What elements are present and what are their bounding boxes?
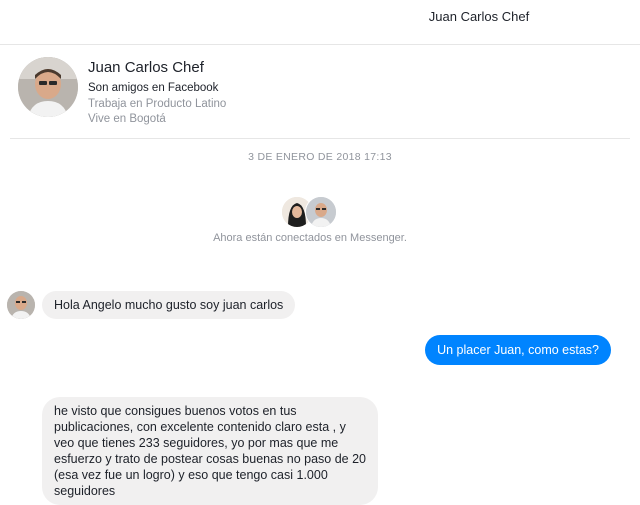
sender-avatar[interactable]: [7, 291, 35, 319]
connection-notice: Ahora están conectados en Messenger.: [213, 232, 407, 244]
conversation-timestamp: 3 DE ENERO DE 2018 17:13: [248, 151, 392, 163]
contact-name[interactable]: Juan Carlos Chef: [88, 59, 204, 76]
conversation-title[interactable]: Juan Carlos Chef: [0, 9, 640, 24]
location-info: Vive en Bogotá: [88, 113, 166, 125]
message-bubble-incoming[interactable]: Hola Angelo mucho gusto soy juan carlos: [42, 291, 296, 319]
message-bubble-outgoing[interactable]: Un placer Juan, como estas?: [425, 335, 611, 365]
person-photo-icon: [306, 197, 336, 227]
person-photo-icon: [7, 291, 35, 319]
work-info: Trabaja en Producto Latino: [88, 98, 227, 110]
conversation-header: Juan Carlos Chef: [0, 0, 640, 45]
message-bubble-incoming[interactable]: he visto que consigues buenos votos en t…: [42, 397, 378, 505]
contact-profile-card: Juan Carlos Chef Son amigos en Facebook …: [10, 44, 630, 139]
friendship-status: Son amigos en Facebook: [88, 82, 219, 94]
connected-avatars: [281, 196, 341, 228]
person-photo-icon: [18, 57, 78, 117]
contact-avatar[interactable]: [18, 57, 78, 117]
contact-mini-avatar: [305, 196, 337, 228]
